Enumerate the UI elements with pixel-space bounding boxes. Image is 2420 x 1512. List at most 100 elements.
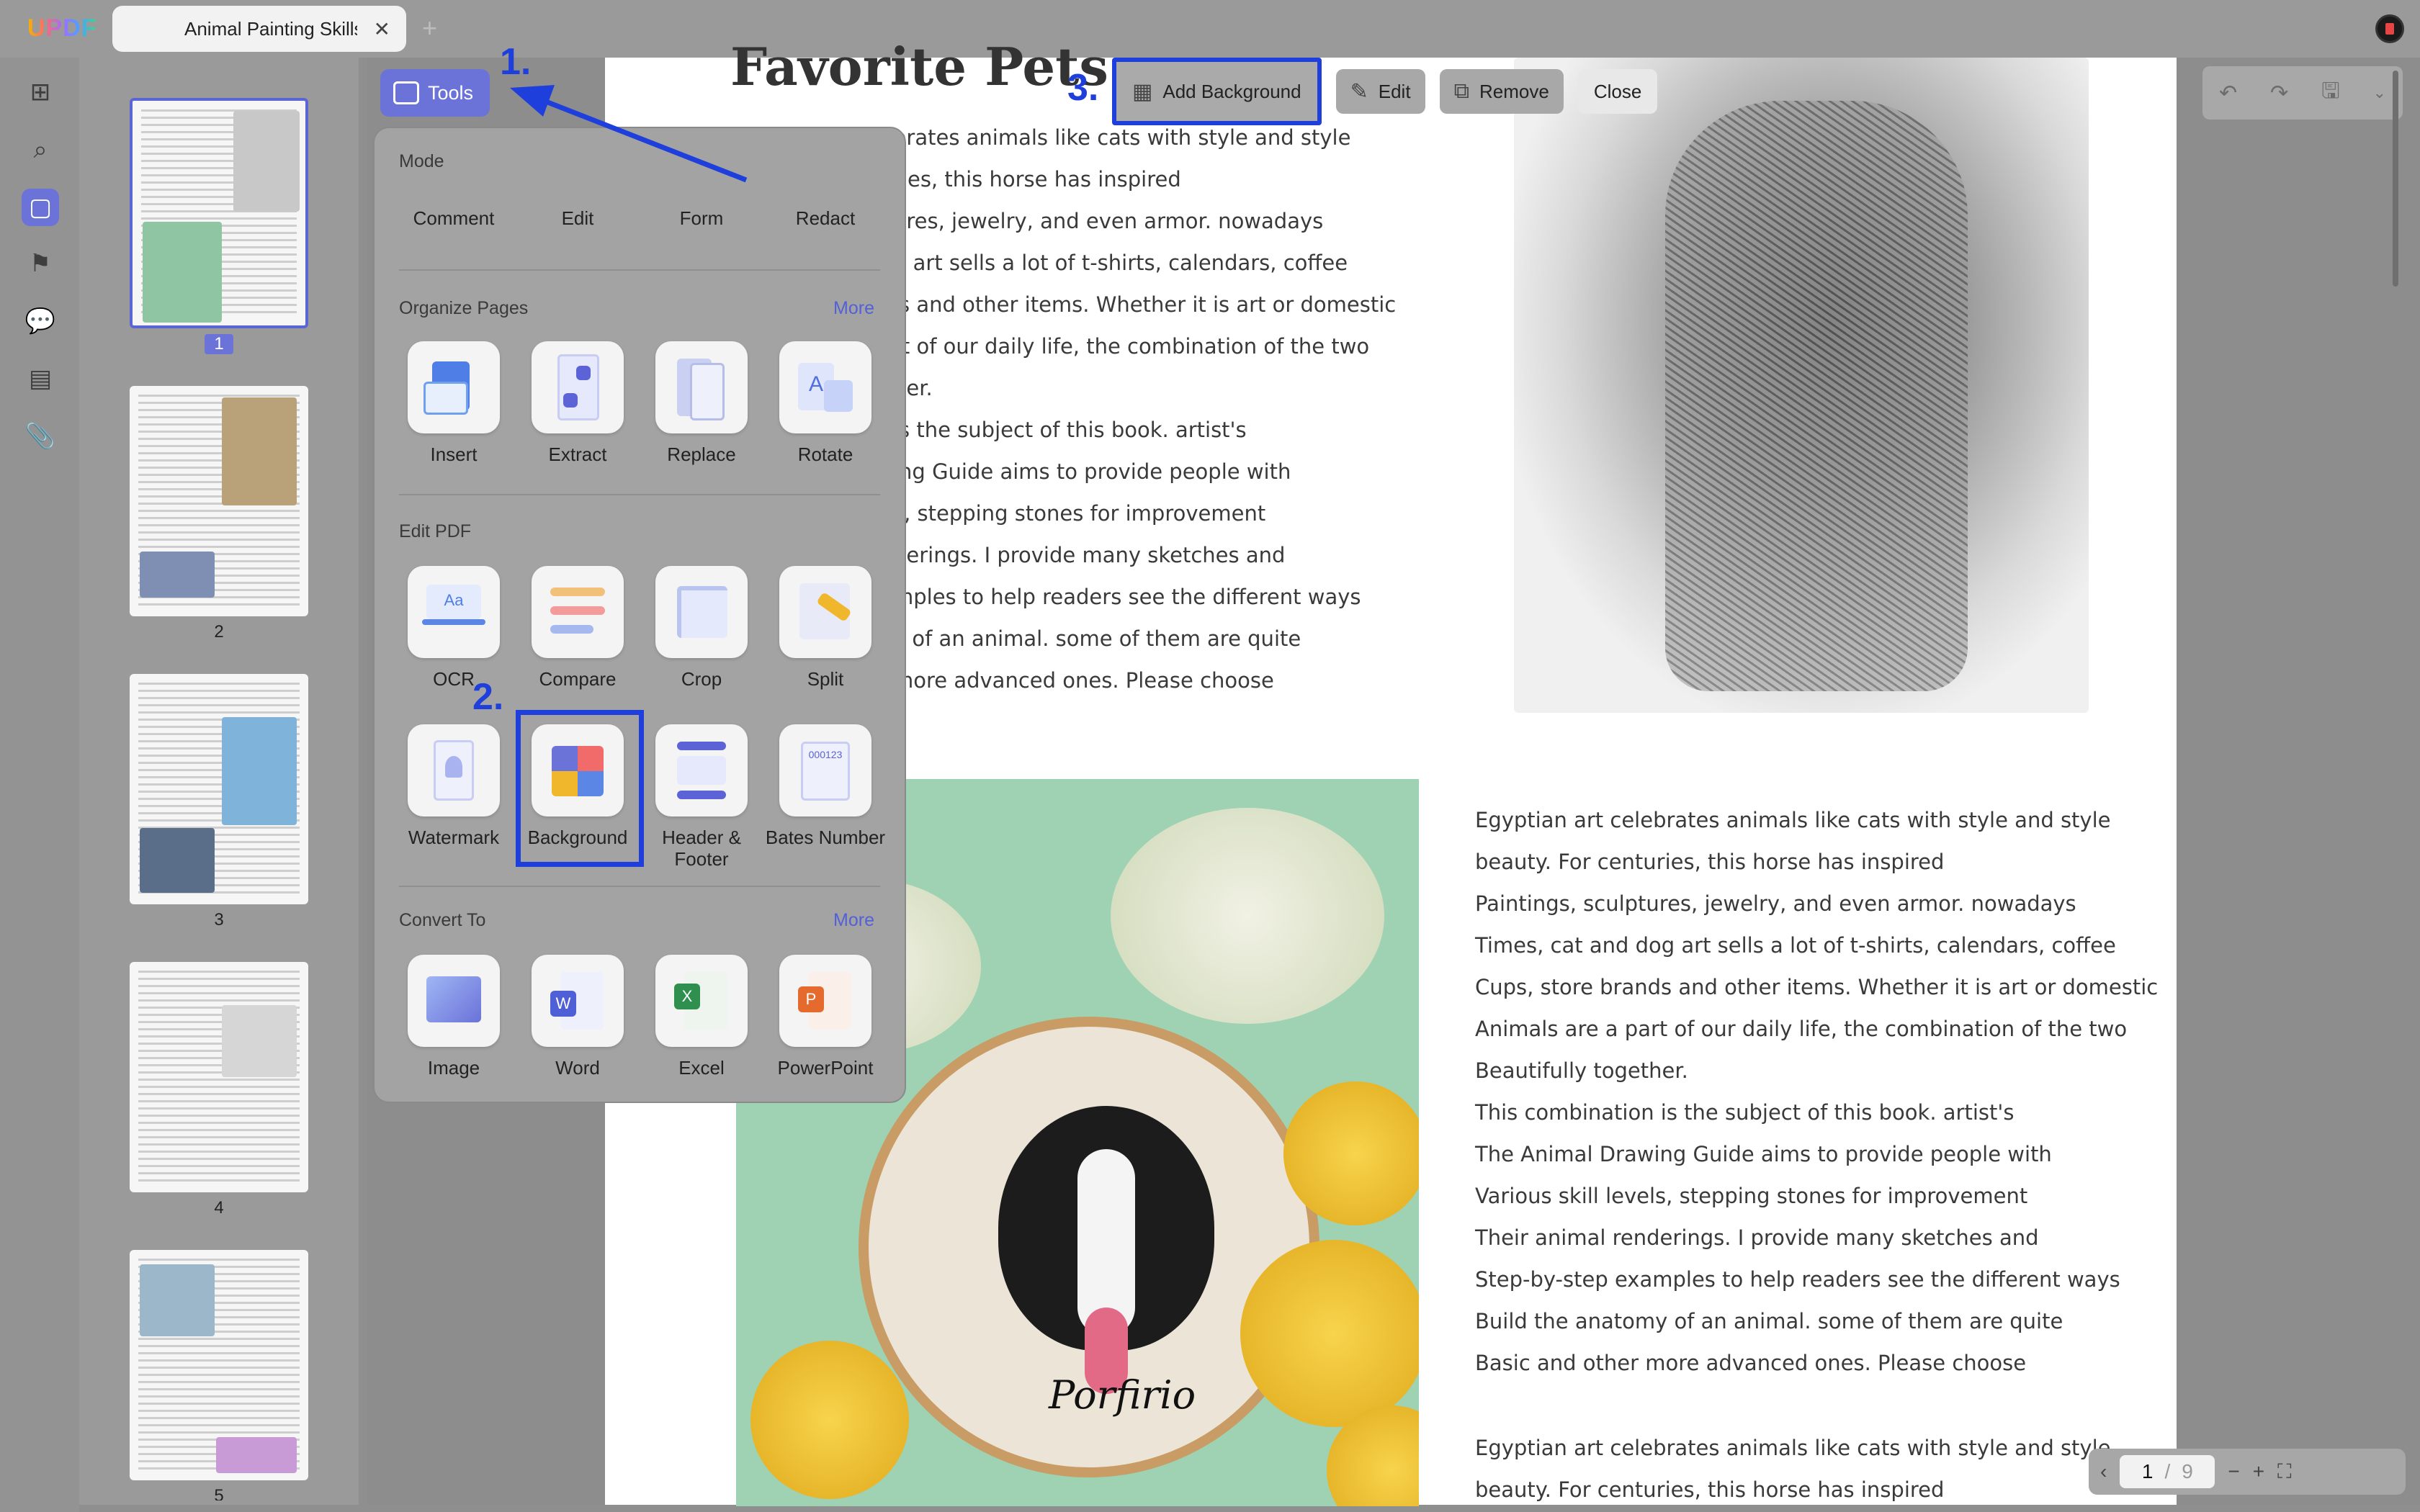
page-input[interactable]: 1 / 9: [2120, 1455, 2215, 1488]
insert-label: Insert: [430, 444, 478, 465]
document-tab[interactable]: Animal Painting Skills ✕: [112, 6, 406, 52]
page-thumbnail-3[interactable]: [130, 674, 308, 904]
convert-word-tool[interactable]: W Word: [516, 955, 640, 1079]
thumb-photo-image: [143, 222, 222, 323]
thumb-text-lines: [138, 971, 300, 1184]
divider: [399, 494, 880, 495]
thumb-brushes-image: [222, 397, 297, 505]
image-label: Image: [427, 1057, 480, 1079]
page-thumbnail-5[interactable]: [130, 1250, 308, 1480]
yellow-flower: [1240, 1240, 1419, 1427]
app-logo: UPDF: [27, 14, 97, 42]
page-navigator: ‹ 1 / 9 − + ⛶: [2089, 1449, 2406, 1495]
convert-excel-tool[interactable]: X Excel: [640, 955, 763, 1079]
tools-popover: Mode Comment Edit Form Redact Organize P…: [373, 127, 906, 1103]
mode-form[interactable]: Form: [640, 207, 763, 230]
add-background-label: Add Background: [1162, 80, 1301, 102]
tab-title: Animal Painting Skills: [184, 17, 357, 40]
header-footer-icon: [655, 724, 748, 816]
close-tab-icon[interactable]: ✕: [374, 17, 390, 41]
new-tab-button[interactable]: +: [422, 13, 437, 43]
divider: [399, 269, 880, 271]
mode-edit[interactable]: Edit: [516, 207, 640, 230]
redo-icon[interactable]: ↷: [2270, 81, 2288, 106]
compare-tool[interactable]: Compare: [516, 566, 640, 690]
close-toolbar-button[interactable]: Close: [1577, 69, 1658, 114]
embroidery-hoop: Porfirio: [859, 1017, 1319, 1477]
ocr-tool[interactable]: Aa OCR: [392, 566, 516, 690]
convert-more-link[interactable]: More: [833, 910, 874, 931]
fit-page-icon[interactable]: ⛶: [2277, 1460, 2292, 1484]
previous-page-icon[interactable]: ‹: [2100, 1460, 2107, 1483]
remove-icon: ⧉: [1453, 79, 1469, 103]
insert-icon: [408, 341, 500, 433]
chevron-down-icon[interactable]: ⌄: [2373, 84, 2386, 102]
zoom-out-button[interactable]: −: [2228, 1460, 2239, 1483]
compare-icon: [532, 566, 624, 658]
lace-flowers: [1111, 808, 1384, 1024]
edit-icon: ✎: [1350, 79, 1368, 104]
background-icon: ▦: [1132, 79, 1153, 104]
remove-background-button[interactable]: ⧉ Remove: [1439, 69, 1564, 114]
page-thumbnail-2[interactable]: [130, 386, 308, 616]
tools-button[interactable]: Tools: [380, 69, 490, 117]
grid-apps-icon[interactable]: ⊞: [22, 73, 59, 111]
rotate-label: Rotate: [797, 444, 853, 465]
excel-label: Excel: [678, 1057, 725, 1079]
page-thumbnail-4[interactable]: [130, 962, 308, 1192]
search-icon[interactable]: ⌕: [22, 131, 59, 168]
remove-label: Remove: [1479, 80, 1549, 102]
edit-label: Edit: [1378, 80, 1411, 102]
sketch-shading: [1665, 101, 1968, 691]
word-label: Word: [555, 1057, 600, 1079]
edit-section-title: Edit PDF: [399, 521, 472, 541]
thumbnail-panel: 1 2 3 4 5: [79, 58, 359, 1505]
attachment-icon[interactable]: 📎: [22, 418, 59, 455]
comment-icon[interactable]: 💬: [22, 302, 59, 340]
yellow-flower: [750, 1341, 909, 1499]
document-icon[interactable]: ▤: [22, 360, 59, 397]
page-number-5: 5: [214, 1486, 224, 1500]
page-number-3: 3: [214, 910, 224, 930]
rotate-tool[interactable]: A Rotate: [763, 341, 887, 465]
convert-image-tool[interactable]: Image: [392, 955, 516, 1079]
zoom-in-button[interactable]: +: [2253, 1460, 2264, 1483]
header-footer-label: Header & Footer: [662, 827, 741, 870]
crop-icon: [655, 566, 748, 658]
page-number-1: 1: [205, 334, 233, 354]
undo-icon[interactable]: ↶: [2219, 81, 2237, 106]
mode-redact[interactable]: Redact: [763, 207, 887, 230]
replace-tool[interactable]: Replace: [640, 341, 763, 465]
word-icon: W: [532, 955, 624, 1047]
split-tool[interactable]: Split: [763, 566, 887, 690]
save-icon[interactable]: 🖫: [2321, 75, 2340, 112]
organize-more-link[interactable]: More: [833, 298, 874, 319]
extract-tool[interactable]: Extract: [516, 341, 640, 465]
thumb-dog-sketch-image: [222, 1005, 297, 1077]
bookmark-icon[interactable]: ⚑: [22, 245, 59, 282]
image-icon: [408, 955, 500, 1047]
page-thumbnail-1[interactable]: [130, 98, 308, 328]
text-column-3: Egyptian art celebrates animals like cat…: [1475, 1436, 2111, 1502]
convert-powerpoint-tool[interactable]: P PowerPoint: [763, 955, 887, 1079]
insert-tool[interactable]: Insert: [392, 341, 516, 465]
dog-sketch-image: [1514, 58, 2089, 713]
add-background-button[interactable]: ▦ Add Background: [1112, 58, 1322, 125]
page-number-4: 4: [214, 1198, 224, 1218]
avatar[interactable]: [2375, 14, 2404, 43]
bates-number-tool[interactable]: 000123 Bates Number: [763, 724, 887, 848]
split-label: Split: [807, 668, 844, 690]
page-thumbnails-icon[interactable]: ▢: [22, 189, 59, 226]
extract-icon: [532, 341, 624, 433]
watermark-label: Watermark: [408, 827, 500, 848]
watermark-tool[interactable]: Watermark: [392, 724, 516, 848]
total-pages: 9: [2182, 1460, 2193, 1482]
history-toolbar: ↶ ↷ 🖫 ⌄: [2202, 66, 2403, 120]
edit-background-button[interactable]: ✎ Edit: [1335, 69, 1425, 114]
header-footer-tool[interactable]: Header & Footer: [640, 724, 763, 870]
scrollbar[interactable]: [2393, 71, 2398, 287]
dog-face: [998, 1106, 1214, 1394]
mode-comment[interactable]: Comment: [392, 207, 516, 230]
crop-tool[interactable]: Crop: [640, 566, 763, 690]
thumb-watercolor-image: [222, 717, 297, 825]
